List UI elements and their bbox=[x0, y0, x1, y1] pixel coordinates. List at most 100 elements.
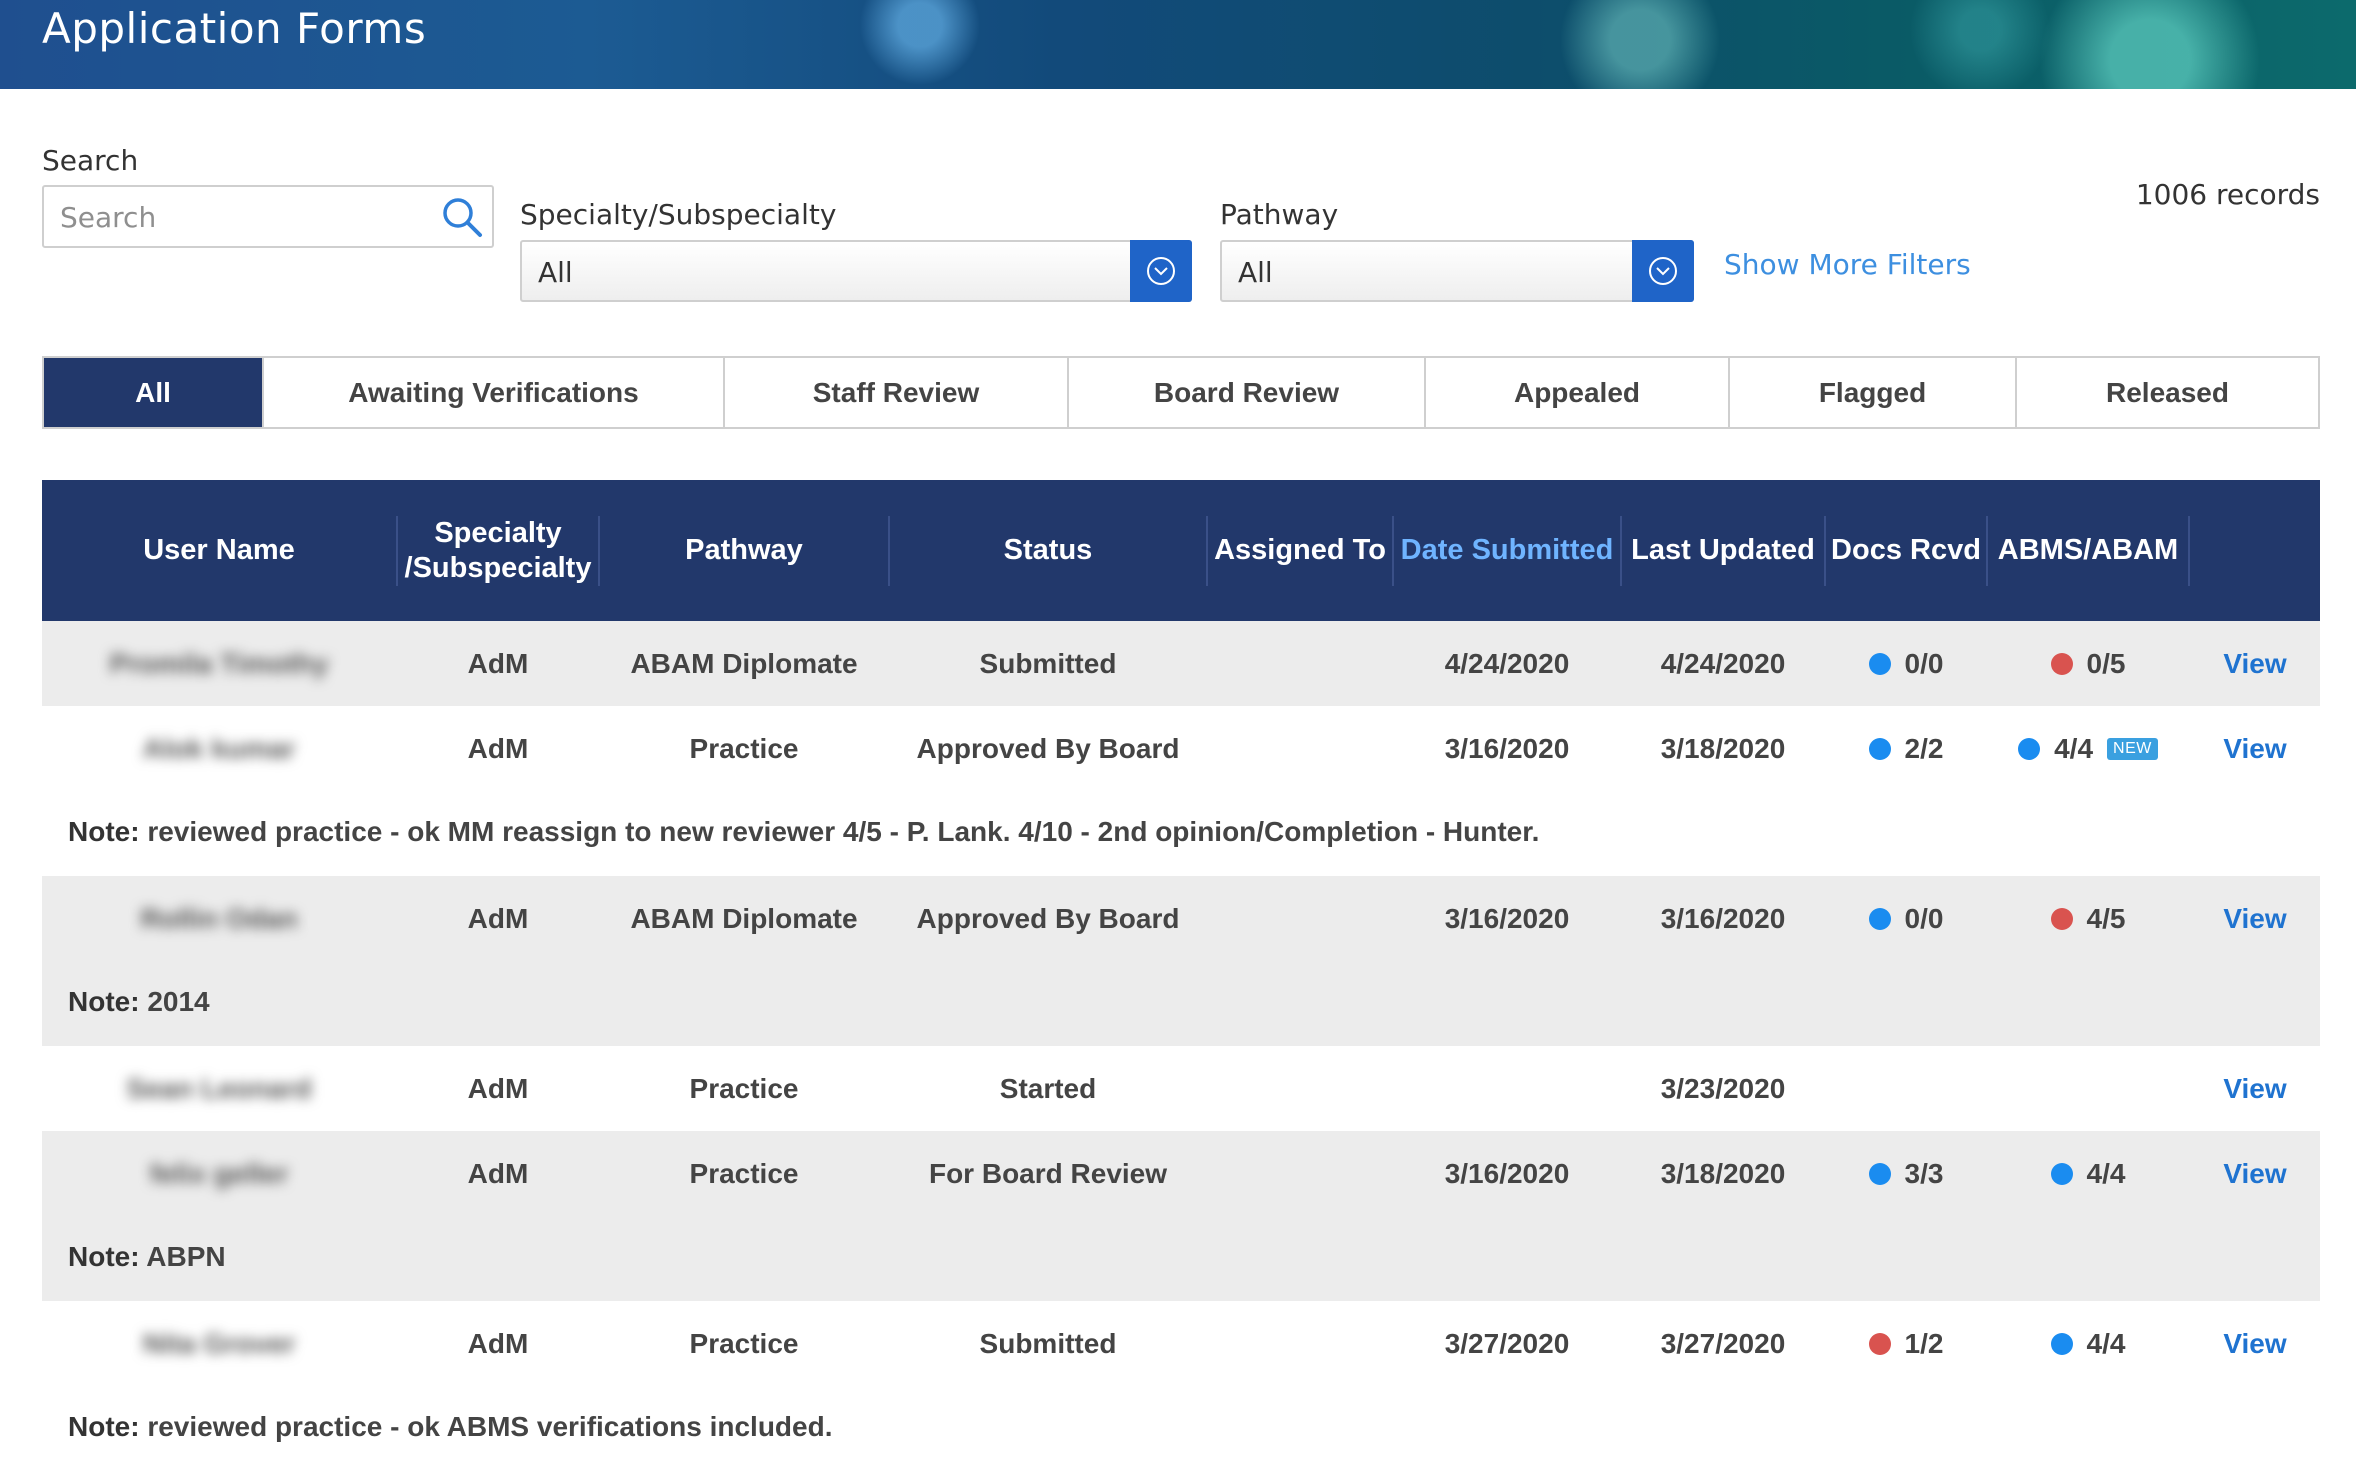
col-last-updated[interactable]: Last Updated bbox=[1622, 480, 1824, 621]
cell-last-updated: 3/16/2020 bbox=[1660, 902, 1786, 934]
search-box bbox=[42, 185, 494, 248]
status-dot-icon bbox=[2050, 1162, 2073, 1185]
view-link[interactable]: View bbox=[2190, 1131, 2320, 1216]
cell-pathway: Practice bbox=[689, 1157, 799, 1189]
docs-rcvd-value: 0/0 bbox=[1904, 647, 1944, 679]
status-tabs: All Awaiting Verifications Staff Review … bbox=[42, 356, 2320, 429]
tab-awaiting-verifications[interactable]: Awaiting Verifications bbox=[264, 358, 725, 427]
view-link[interactable]: View bbox=[2190, 621, 2320, 706]
cell-date-submitted: 3/16/2020 bbox=[1444, 732, 1570, 764]
tab-board-review[interactable]: Board Review bbox=[1069, 358, 1426, 427]
status-dot-icon bbox=[2050, 1332, 2073, 1355]
cell-last-updated: 3/18/2020 bbox=[1660, 732, 1786, 764]
status-dot-icon bbox=[1868, 907, 1891, 930]
cell-specialty: AdM bbox=[467, 732, 529, 764]
note-text: ABPN bbox=[146, 1241, 226, 1272]
col-abms-abam[interactable]: ABMS/ABAM bbox=[1988, 480, 2188, 621]
table-header: User Name Specialty /Subspecialty Pathwa… bbox=[42, 480, 2320, 621]
note-label: Note: bbox=[68, 1411, 148, 1442]
table-row: Rollin Odan AdM ABAM Diplomate Approved By … bbox=[42, 876, 2320, 1046]
col-specialty[interactable]: Specialty /Subspecialty bbox=[398, 480, 598, 621]
note-label: Note: bbox=[68, 986, 148, 1017]
cell-date-submitted: 4/24/2020 bbox=[1444, 647, 1570, 679]
specialty-dropdown-button[interactable] bbox=[1130, 240, 1192, 302]
docs-rcvd-value: 1/2 bbox=[1904, 1327, 1944, 1359]
status-dot-icon bbox=[1868, 652, 1891, 675]
cell-date-submitted: 3/27/2020 bbox=[1444, 1327, 1570, 1359]
cell-status: Approved By Board bbox=[916, 732, 1180, 764]
status-dot-icon bbox=[2050, 652, 2073, 675]
cell-user-name: Sean Leonard bbox=[126, 1072, 312, 1104]
docs-rcvd-value: 3/3 bbox=[1904, 1157, 1944, 1189]
cell-last-updated: 3/18/2020 bbox=[1660, 1157, 1786, 1189]
col-specialty-line1: Specialty bbox=[434, 516, 562, 549]
specialty-label: Specialty/Subspecialty bbox=[520, 198, 837, 231]
search-input[interactable] bbox=[60, 199, 420, 235]
specialty-select[interactable]: All bbox=[520, 240, 1192, 302]
abms-abam-value: 4/5 bbox=[2086, 902, 2126, 934]
table-row: Nita Grover AdM Practice Submitted 3/27/2020… bbox=[42, 1301, 2320, 1464]
cell-user-name: Promila Timothy bbox=[109, 647, 329, 679]
cell-status: Started bbox=[999, 1072, 1097, 1104]
table-row: Alok kumar AdM Practice Approved By Board 3/… bbox=[42, 706, 2320, 876]
note-label: Note: bbox=[68, 1241, 147, 1272]
pathway-label: Pathway bbox=[1220, 198, 1339, 231]
cell-assigned-to bbox=[1208, 1131, 1392, 1216]
cell-status: For Board Review bbox=[928, 1157, 1168, 1189]
docs-rcvd-value: 0/0 bbox=[1904, 902, 1944, 934]
show-more-filters-link[interactable]: Show More Filters bbox=[1724, 248, 1971, 281]
cell-assigned-to bbox=[1208, 876, 1392, 961]
tab-staff-review[interactable]: Staff Review bbox=[725, 358, 1069, 427]
col-user-name[interactable]: User Name bbox=[42, 480, 396, 621]
view-link[interactable]: View bbox=[2190, 1301, 2320, 1386]
pathway-dropdown-button[interactable] bbox=[1632, 240, 1694, 302]
pathway-select[interactable]: All bbox=[1220, 240, 1694, 302]
abms-abam-value: 0/5 bbox=[2086, 647, 2126, 679]
col-date-submitted[interactable]: Date Submitted bbox=[1394, 480, 1620, 621]
tab-flagged[interactable]: Flagged bbox=[1730, 358, 2017, 427]
search-icon[interactable] bbox=[440, 195, 484, 239]
col-specialty-line2: /Subspecialty bbox=[404, 551, 592, 584]
col-assigned-to[interactable]: Assigned To bbox=[1208, 480, 1392, 621]
cell-docs-rcvd: 2/2 bbox=[1826, 706, 1986, 791]
cell-specialty: AdM bbox=[467, 1327, 529, 1359]
table-row: Sean Leonard AdM Practice Started 3/23/2020 V… bbox=[42, 1046, 2320, 1131]
cell-docs-rcvd: 3/3 bbox=[1826, 1131, 1986, 1216]
tab-released[interactable]: Released bbox=[2017, 358, 2318, 427]
col-docs-rcvd[interactable]: Docs Rcvd bbox=[1826, 480, 1986, 621]
chevron-down-icon bbox=[1147, 257, 1175, 285]
note-text: 2014 bbox=[147, 986, 210, 1017]
cell-date-submitted bbox=[1394, 1046, 1620, 1131]
note-text: reviewed practice - ok MM reassign to ne… bbox=[147, 816, 1540, 847]
row-note: Note: ABPN bbox=[68, 1241, 226, 1273]
cell-abms-abam: 4/4 bbox=[1988, 1301, 2188, 1386]
note-text: reviewed practice - ok ABMS verification… bbox=[147, 1411, 833, 1442]
cell-specialty: AdM bbox=[467, 902, 529, 934]
status-dot-icon bbox=[1868, 1162, 1891, 1185]
cell-abms-abam: 4/4 NEW bbox=[1988, 706, 2188, 791]
view-link[interactable]: View bbox=[2190, 876, 2320, 961]
pathway-select-value: All bbox=[1238, 256, 1273, 289]
cell-assigned-to bbox=[1208, 621, 1392, 706]
search-label: Search bbox=[42, 144, 139, 177]
col-status[interactable]: Status bbox=[890, 480, 1206, 621]
tab-all[interactable]: All bbox=[44, 358, 264, 427]
row-note: Note: reviewed practice - ok MM reassign… bbox=[68, 816, 1539, 848]
cell-date-submitted: 3/16/2020 bbox=[1444, 902, 1570, 934]
chevron-down-icon bbox=[1649, 257, 1677, 285]
cell-last-updated: 3/27/2020 bbox=[1660, 1327, 1786, 1359]
status-dot-icon bbox=[2050, 907, 2073, 930]
cell-status: Approved By Board bbox=[916, 902, 1180, 934]
cell-user-name: felix geller bbox=[149, 1157, 289, 1189]
tab-appealed[interactable]: Appealed bbox=[1426, 358, 1730, 427]
abms-abam-value: 4/4 bbox=[2086, 1157, 2126, 1189]
view-link[interactable]: View bbox=[2190, 1046, 2320, 1131]
status-dot-icon bbox=[1868, 737, 1891, 760]
cell-pathway: ABAM Diplomate bbox=[630, 647, 858, 679]
cell-user-name: Rollin Odan bbox=[140, 902, 298, 934]
cell-last-updated: 4/24/2020 bbox=[1660, 647, 1786, 679]
col-pathway[interactable]: Pathway bbox=[600, 480, 888, 621]
cell-docs-rcvd: 0/0 bbox=[1826, 876, 1986, 961]
cell-specialty: AdM bbox=[467, 1157, 529, 1189]
view-link[interactable]: View bbox=[2190, 706, 2320, 791]
